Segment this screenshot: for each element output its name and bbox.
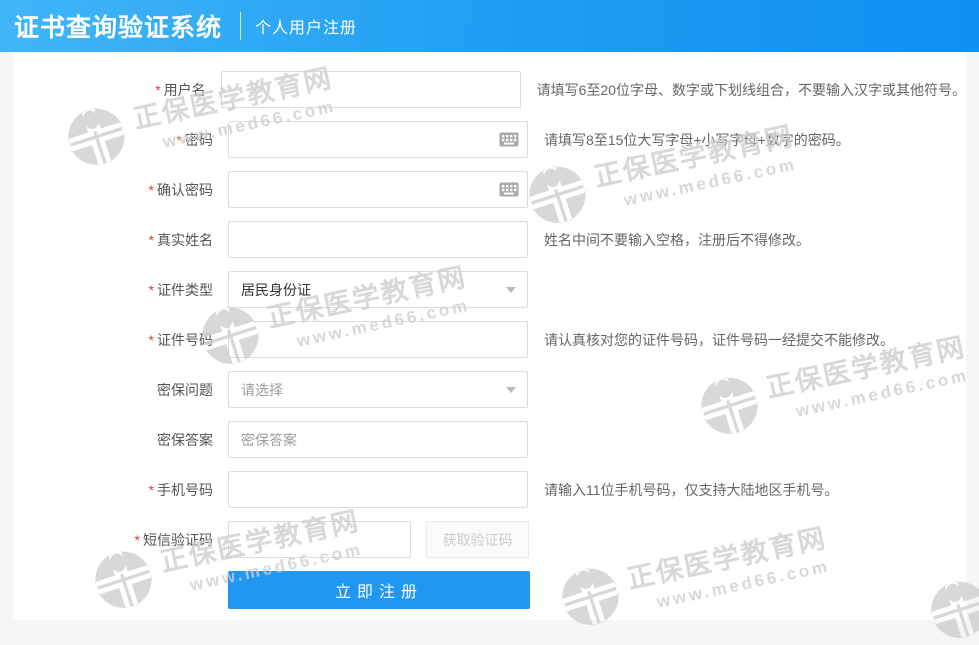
certificate-type-select[interactable]: 居民身份证 [228,271,528,308]
required-asterisk: * [149,282,154,298]
form-row-password: *密码 请填写8至15位大写字母+小写字母+数字的密码。 [13,121,966,158]
registration-form-panel: *用户名 请填写6至20位字母、数字或下划线组合，不要输入汉字或其他符号。 *密… [13,52,966,620]
real-name-field[interactable] [228,221,528,258]
register-button[interactable]: 立即注册 [228,571,530,609]
certificate-number-field[interactable] [228,321,528,358]
required-asterisk: * [177,132,182,148]
chevron-down-icon [506,387,516,393]
breadcrumb: 个人用户注册 [255,14,357,38]
form-row-certificate-type: *证件类型 居民身份证 [13,271,966,308]
field-label: *短信验证码 [13,530,213,550]
field-hint: 请填写8至15位大写字母+小写字母+数字的密码。 [544,130,850,150]
security-question-select[interactable]: 请选择 [228,371,528,408]
form-row-certificate-number: *证件号码 请认真核对您的证件号码，证件号码一经提交不能修改。 [13,321,966,358]
page-title: 证书查询验证系统 [14,8,222,44]
required-asterisk: * [149,332,154,348]
header-divider [240,12,241,40]
field-label: *密码 [13,130,213,150]
field-hint: 请输入11位手机号码，仅支持大陆地区手机号。 [544,480,839,500]
security-answer-field[interactable] [228,421,528,458]
form-row-confirm-password: *确认密码 [13,171,966,208]
keyboard-icon[interactable] [499,182,519,197]
confirm-password-field[interactable] [228,171,528,208]
field-label: *手机号码 [13,480,213,500]
form-row-phone-number: *手机号码 请输入11位手机号码，仅支持大陆地区手机号。 [13,471,966,508]
form-row-real-name: *真实姓名 姓名中间不要输入空格，注册后不得修改。 [13,221,966,258]
field-label: 密保答案 [13,430,213,450]
field-hint: 请填写6至20位字母、数字或下划线组合，不要输入汉字或其他符号。 [537,80,966,100]
field-hint: 姓名中间不要输入空格，注册后不得修改。 [544,230,810,250]
keyboard-icon[interactable] [499,132,519,147]
app-header: 证书查询验证系统 个人用户注册 [0,0,979,52]
field-hint: 请认真核对您的证件号码，证件号码一经提交不能修改。 [544,330,894,350]
required-asterisk: * [149,182,154,198]
field-label: *确认密码 [13,180,213,200]
required-asterisk: * [135,532,140,548]
form-row-security-question: 密保问题 请选择 [13,371,966,408]
phone-number-field[interactable] [228,471,528,508]
field-label: 密保问题 [13,380,213,400]
field-label: *证件类型 [13,280,213,300]
form-row-sms-code: *短信验证码 获取验证码 [13,521,966,558]
required-asterisk: * [155,82,160,98]
chevron-down-icon [506,287,516,293]
username-field[interactable] [221,71,521,108]
password-field[interactable] [228,121,528,158]
field-label: *真实姓名 [13,230,213,250]
get-sms-code-button[interactable]: 获取验证码 [426,521,529,558]
sms-code-field[interactable] [228,521,411,558]
form-row-username: *用户名 请填写6至20位字母、数字或下划线组合，不要输入汉字或其他符号。 [13,71,966,108]
required-asterisk: * [149,232,154,248]
field-label: *证件号码 [13,330,213,350]
required-asterisk: * [149,482,154,498]
form-row-security-answer: 密保答案 [13,421,966,458]
field-label: *用户名 [13,80,206,100]
